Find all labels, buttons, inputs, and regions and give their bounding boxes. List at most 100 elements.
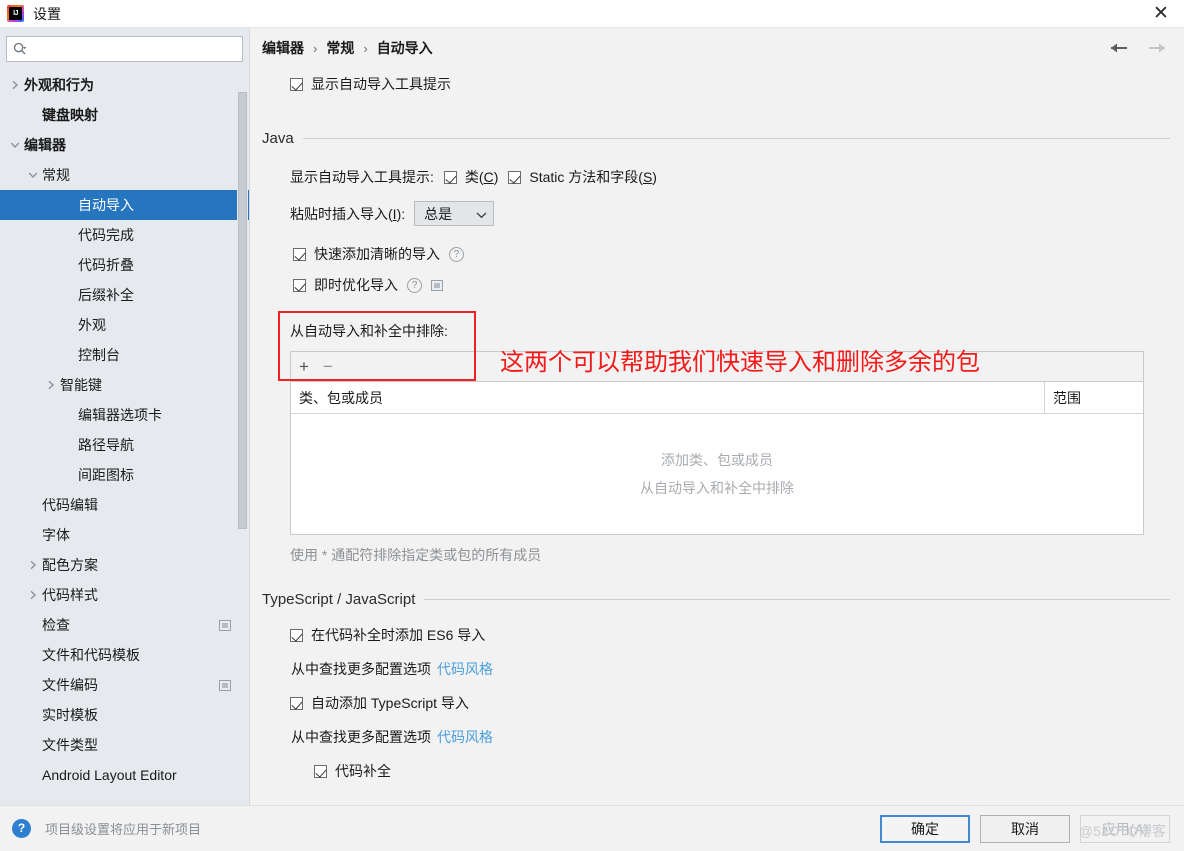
sidebar-item-label: 字体 <box>42 527 70 543</box>
sidebar-item-16[interactable]: 配色方案 <box>0 550 249 580</box>
chevron-right-icon[interactable] <box>26 588 40 602</box>
paste-import-row: 粘贴时插入导入(I): 总是 <box>290 201 1170 226</box>
chevron-right-icon[interactable] <box>44 378 58 392</box>
sidebar-item-11[interactable]: 编辑器选项卡 <box>0 400 249 430</box>
chevron-right-icon[interactable] <box>26 558 40 572</box>
sidebar-item-5[interactable]: 代码完成 <box>0 220 249 250</box>
settings-content: 显示自动导入工具提示 Java 显示自动导入工具提示: 类(C) Static … <box>250 68 1184 805</box>
wildcard-hint: 使用 * 通配符排除指定类或包的所有成员 <box>290 547 542 563</box>
close-icon[interactable]: ✕ <box>1138 0 1184 28</box>
ts-import-row[interactable]: 自动添加 TypeScript 导入 <box>290 693 1170 713</box>
sidebar-item-label: 常规 <box>42 167 70 183</box>
column-header-scope[interactable]: 范围 <box>1045 382 1143 413</box>
sidebar-item-label: 间距图标 <box>78 467 134 483</box>
ok-button[interactable]: 确定 <box>880 814 970 843</box>
sidebar-item-0[interactable]: 外观和行为 <box>0 70 249 100</box>
search-area <box>0 28 249 68</box>
java-section-header: Java <box>262 130 1170 147</box>
footer-note: 项目级设置将应用于新项目 <box>45 822 202 837</box>
sidebar-item-17[interactable]: 代码样式 <box>0 580 249 610</box>
breadcrumb-separator: › <box>313 40 318 56</box>
remove-button[interactable]: − <box>323 358 333 375</box>
sidebar-item-label: 智能键 <box>60 377 102 393</box>
sidebar-item-7[interactable]: 后缀补全 <box>0 280 249 310</box>
breadcrumb: 编辑器 › 常规 › 自动导入 <box>250 28 1184 68</box>
sidebar-item-4[interactable]: 自动导入 <box>0 190 249 220</box>
cancel-button[interactable]: 取消 <box>980 814 1070 843</box>
sidebar-item-22[interactable]: 文件类型 <box>0 730 249 760</box>
sidebar-item-19[interactable]: 文件和代码模板 <box>0 640 249 670</box>
sidebar-item-18[interactable]: 检查 <box>0 610 249 640</box>
sidebar-item-10[interactable]: 智能键 <box>0 370 249 400</box>
sidebar-item-6[interactable]: 代码折叠 <box>0 250 249 280</box>
java-tooltip-class-label: 类(C) <box>464 169 499 185</box>
code-completion-checkbox[interactable] <box>314 764 327 778</box>
quick-add-import-checkbox[interactable] <box>293 247 306 261</box>
chevron-right-icon[interactable] <box>8 78 22 92</box>
question-mark-icon[interactable]: ? <box>12 819 31 838</box>
optimize-import-row[interactable]: 即时优化导入 ? <box>293 275 1170 295</box>
ts-import-label: 自动添加 TypeScript 导入 <box>311 695 469 711</box>
paste-import-select[interactable]: 总是 <box>414 201 495 226</box>
sidebar-item-23[interactable]: Android Layout Editor <box>0 760 249 790</box>
ts-section-title: TypeScript / JavaScript <box>262 591 416 608</box>
sidebar-item-21[interactable]: 实时模板 <box>0 700 249 730</box>
chevron-down-icon[interactable] <box>8 138 22 152</box>
annotation-text: 这两个可以帮助我们快速导入和删除多余的包 <box>500 350 980 376</box>
code-completion-row[interactable]: 代码补全 <box>314 761 1170 781</box>
sidebar-item-1[interactable]: 键盘映射 <box>0 100 249 130</box>
settings-tree[interactable]: 外观和行为 键盘映射 编辑器常规自动导入 代码完成 代码折叠后缀补全外观 控制台智能键编辑… <box>0 68 249 805</box>
sidebar-item-13[interactable]: 间距图标 <box>0 460 249 490</box>
main-pane: 编辑器 › 常规 › 自动导入 显示自动导入工具提示 Java 显示自动导入工具… <box>250 28 1184 805</box>
breadcrumb-item-0[interactable]: 编辑器 <box>262 38 304 58</box>
show-autoimport-tooltip-checkbox[interactable] <box>290 77 303 91</box>
chevron-down-icon[interactable] <box>26 168 40 182</box>
optimize-import-checkbox[interactable] <box>293 278 306 292</box>
sidebar-item-12[interactable]: 路径导航 <box>0 430 249 460</box>
help-icon[interactable]: ? <box>449 246 464 262</box>
show-autoimport-tooltip-row[interactable]: 显示自动导入工具提示 <box>290 74 1170 94</box>
exclusion-table-body[interactable]: 添加类、包或成员 从自动导入和补全中排除 <box>291 414 1143 534</box>
exclude-label: 从自动导入和补全中排除: <box>290 323 448 339</box>
sidebar-item-14[interactable]: 代码编辑 <box>0 490 249 520</box>
sidebar-item-label: 实时模板 <box>42 707 98 723</box>
code-style-link[interactable]: 代码风格 <box>437 727 493 747</box>
search-box[interactable] <box>6 36 243 62</box>
es6-import-checkbox[interactable] <box>290 628 303 642</box>
sidebar-item-label: 检查 <box>42 617 70 633</box>
sidebar-item-label: 配色方案 <box>42 557 98 573</box>
search-input[interactable] <box>27 37 236 61</box>
quick-add-import-row[interactable]: 快速添加清晰的导入 ? <box>293 244 1170 264</box>
breadcrumb-item-2: 自动导入 <box>376 40 433 56</box>
add-button[interactable]: + <box>299 358 309 375</box>
arrow-left-icon[interactable] <box>1106 35 1132 61</box>
section-divider <box>302 138 1170 139</box>
settings-window: IJ 设置 ✕ 外观和行为 键盘映射 编辑器 常规 自动导入代码完成 代码折叠 … <box>0 0 1184 851</box>
sidebar-item-2[interactable]: 编辑器 <box>0 130 249 160</box>
code-style-link[interactable]: 代码风格 <box>437 659 493 679</box>
column-header-member[interactable]: 类、包或成员 <box>291 382 1045 413</box>
sidebar-item-8[interactable]: 外观 <box>0 310 249 340</box>
ts-import-checkbox[interactable] <box>290 696 303 710</box>
java-tooltip-static-checkbox[interactable] <box>508 170 522 184</box>
settings-sidebar: 外观和行为 键盘映射 编辑器常规自动导入 代码完成 代码折叠后缀补全外观 控制台智能键编辑… <box>0 28 250 805</box>
sidebar-item-9[interactable]: 控制台 <box>0 340 249 370</box>
sidebar-scrollbar-thumb[interactable] <box>238 92 247 529</box>
sidebar-item-15[interactable]: 字体 <box>0 520 249 550</box>
sidebar-item-label: 后缀补全 <box>78 287 134 303</box>
java-tooltip-class-checkbox[interactable] <box>443 170 457 184</box>
breadcrumb-item-1[interactable]: 常规 <box>326 38 354 58</box>
es6-import-label: 在代码补全时添加 ES6 导入 <box>311 627 486 643</box>
sidebar-item-20[interactable]: 文件编码 <box>0 670 249 700</box>
ts-section-header: TypeScript / JavaScript <box>262 591 1170 608</box>
sidebar-item-label: 路径导航 <box>78 437 134 453</box>
help-icon[interactable]: ? <box>407 277 422 293</box>
sidebar-item-3[interactable]: 常规 <box>0 160 249 190</box>
es6-import-row[interactable]: 在代码补全时添加 ES6 导入 <box>290 625 1170 645</box>
es6-hint-text: 从中查找更多配置选项 <box>291 661 431 677</box>
